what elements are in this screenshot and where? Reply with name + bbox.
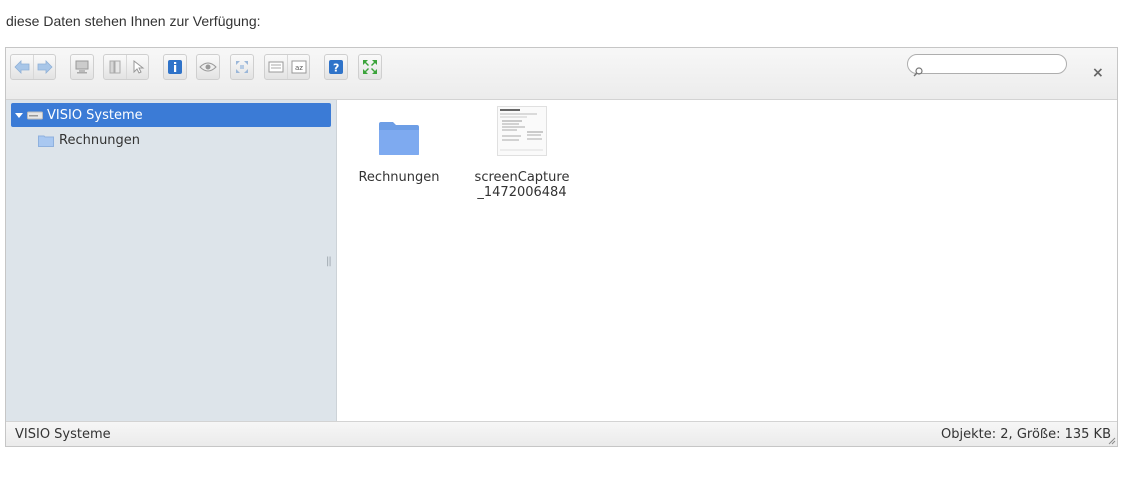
- tree-item-root[interactable]: VISIO Systeme: [11, 103, 331, 127]
- file-name: screenCapture _1472006484: [472, 170, 572, 200]
- expand-icon: [363, 60, 377, 74]
- status-bar: VISIO Systeme Objekte: 2, Größe: 135 KB: [6, 421, 1117, 446]
- image-thumbnail-icon: [497, 106, 547, 156]
- intro-text: diese Daten stehen Ihnen zur Verfügung:: [6, 13, 261, 29]
- tree-item-label: Rechnungen: [59, 132, 141, 148]
- file-item-image[interactable]: screenCapture _1472006484: [472, 104, 572, 200]
- navigation-tree: VISIO Systeme Rechnungen ||: [6, 100, 336, 423]
- tree-item-rechnungen[interactable]: Rechnungen: [38, 130, 140, 150]
- file-item-folder[interactable]: Rechnungen: [349, 104, 449, 185]
- file-list: Rechnungen screenCapture _1472006484: [337, 100, 1117, 423]
- preview-group: [196, 54, 220, 80]
- home-group: [70, 54, 94, 80]
- preview-button[interactable]: [197, 55, 219, 79]
- select-icon: [133, 59, 144, 74]
- expand-group: [358, 54, 382, 80]
- forward-button[interactable]: [33, 55, 55, 79]
- view-group: [103, 54, 149, 80]
- home-button[interactable]: [71, 55, 93, 79]
- fullscreen-group: [230, 54, 254, 80]
- folder-icon: [379, 122, 419, 155]
- view-button[interactable]: [104, 55, 126, 79]
- close-button[interactable]: ×: [1092, 66, 1104, 80]
- nav-group: [10, 54, 56, 80]
- expand-button[interactable]: [359, 55, 381, 79]
- search-input[interactable]: [907, 54, 1067, 74]
- info-group: [163, 54, 187, 80]
- help-group: ?: [324, 54, 348, 80]
- svg-text:az: az: [295, 64, 303, 72]
- file-name: Rechnungen: [358, 170, 440, 185]
- file-name-text: screenCapture _1472006484: [474, 170, 570, 200]
- search-icon: [913, 67, 923, 77]
- list-group: az: [264, 54, 310, 80]
- toolbar: az ? ×: [6, 48, 1117, 100]
- fullscreen-icon: [236, 61, 248, 73]
- info-button[interactable]: [164, 55, 186, 79]
- back-icon: [14, 60, 30, 74]
- preview-icon: [199, 62, 217, 72]
- home-icon: [75, 60, 89, 74]
- list-view-icon: [268, 61, 284, 73]
- svg-text:?: ?: [333, 62, 339, 75]
- drive-icon: [27, 111, 43, 120]
- help-button[interactable]: ?: [325, 55, 347, 79]
- expand-arrow-icon: [15, 113, 23, 118]
- tree-root-label: VISIO Systeme: [47, 107, 143, 123]
- status-info: Objekte: 2, Größe: 135 KB: [941, 427, 1111, 442]
- sort-button[interactable]: az: [287, 55, 309, 79]
- help-icon: ?: [329, 60, 343, 75]
- splitter-handle[interactable]: ||: [326, 256, 332, 267]
- back-button[interactable]: [11, 55, 33, 79]
- fullscreen-button[interactable]: [231, 55, 253, 79]
- forward-icon: [37, 60, 53, 74]
- status-path: VISIO Systeme: [15, 427, 111, 442]
- select-button[interactable]: [126, 55, 148, 79]
- resize-handle-icon[interactable]: [1108, 437, 1116, 445]
- file-manager: az ? × VISIO Systeme Rechnungen || Rechn…: [5, 47, 1118, 447]
- view-icon: [109, 60, 121, 74]
- list-view-button[interactable]: [265, 55, 287, 79]
- folder-icon: [38, 135, 54, 147]
- info-icon: [168, 60, 182, 74]
- sort-icon: az: [291, 60, 306, 74]
